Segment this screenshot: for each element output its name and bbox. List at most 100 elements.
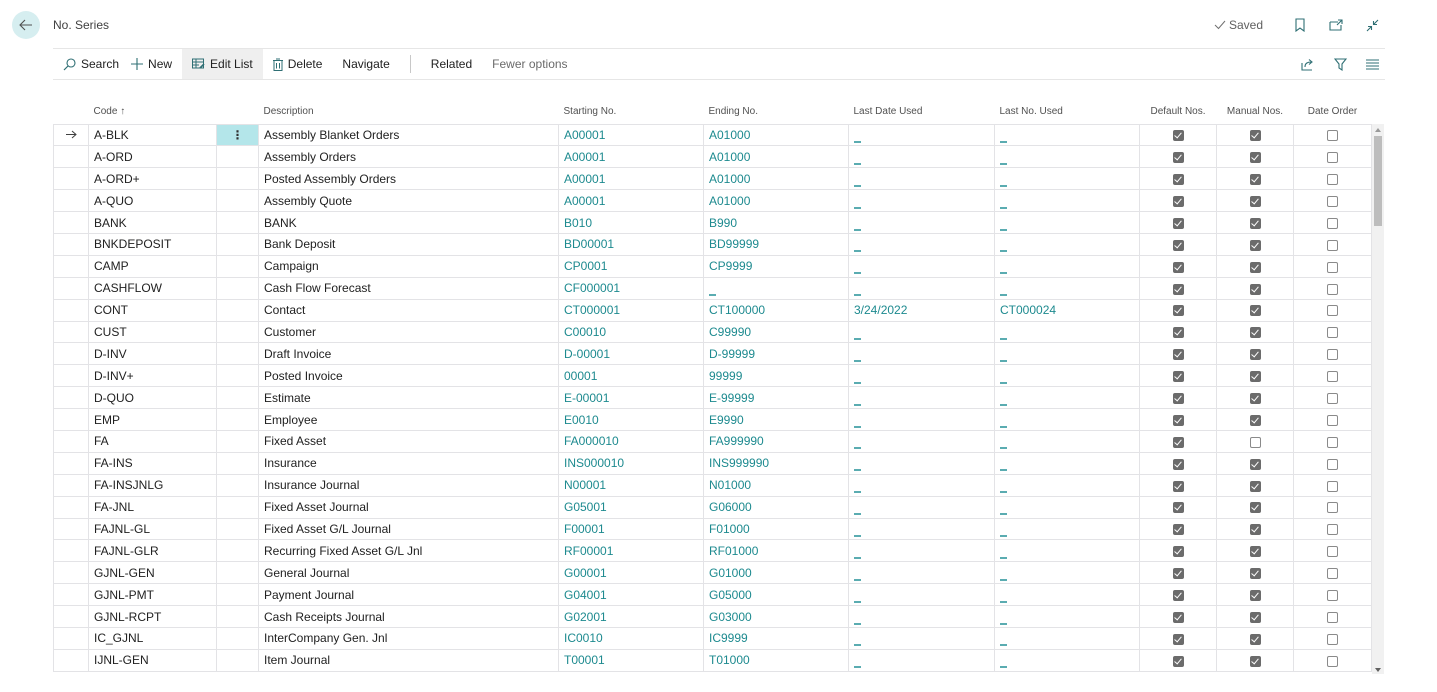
date-order-checkbox[interactable] [1327, 174, 1338, 186]
empty-value-dash[interactable] [1000, 250, 1007, 253]
cell-starting-no[interactable]: G04001 [558, 583, 704, 607]
cell-description[interactable]: Cash Flow Forecast [258, 276, 559, 300]
table-row[interactable]: GJNL-PMT Payment Journal G04001 G05000 [53, 583, 1372, 607]
default-nos-checkbox[interactable] [1172, 611, 1184, 623]
manual-nos-checkbox[interactable] [1249, 327, 1261, 339]
empty-value-dash[interactable] [709, 294, 716, 297]
search-button[interactable]: Search [53, 49, 129, 79]
cell-ending-no[interactable]: N01000 [703, 473, 849, 497]
manual-nos-checkbox[interactable] [1249, 589, 1261, 601]
empty-value-dash[interactable] [1000, 578, 1007, 581]
date-order-checkbox[interactable] [1327, 546, 1338, 558]
row-actions-menu[interactable] [216, 211, 259, 234]
cell-code[interactable]: CASHFLOW [88, 276, 217, 300]
cell-starting-no[interactable]: CT000001 [558, 298, 704, 322]
cell-code[interactable]: A-BLK [88, 123, 217, 147]
cell-last-date-used[interactable] [848, 408, 995, 431]
cell-starting-no[interactable]: G02001 [558, 605, 704, 628]
cell-last-date-used[interactable] [848, 473, 995, 497]
manual-nos-checkbox[interactable] [1249, 239, 1261, 251]
cell-code[interactable]: CONT [88, 298, 217, 322]
cell-last-date-used[interactable] [848, 429, 995, 453]
default-nos-checkbox[interactable] [1172, 655, 1184, 667]
date-order-checkbox[interactable] [1327, 261, 1338, 273]
cell-code[interactable]: EMP [88, 408, 217, 431]
manual-nos-checkbox[interactable] [1249, 502, 1261, 514]
cell-last-date-used[interactable] [848, 145, 995, 169]
navigate-button[interactable]: Navigate [332, 49, 399, 79]
cell-description[interactable]: General Journal [258, 561, 559, 585]
empty-value-dash[interactable] [1000, 600, 1007, 603]
manual-nos-checkbox[interactable] [1249, 655, 1261, 667]
row-actions-menu[interactable] [216, 495, 259, 519]
table-row[interactable]: BNKDEPOSIT Bank Deposit BD00001 BD99999 [53, 232, 1372, 256]
cell-description[interactable]: InterCompany Gen. Jnl [258, 626, 559, 650]
manual-nos-checkbox[interactable] [1249, 195, 1261, 207]
table-row[interactable]: D-INV Draft Invoice D-00001 D-99999 [53, 342, 1372, 366]
default-nos-checkbox[interactable] [1172, 414, 1184, 426]
row-actions-menu[interactable] [216, 451, 259, 475]
table-row[interactable]: IJNL-GEN Item Journal T00001 T01000 [53, 648, 1372, 672]
default-nos-checkbox[interactable] [1172, 174, 1184, 186]
empty-value-dash[interactable] [854, 337, 861, 340]
cell-last-no-used[interactable] [994, 517, 1140, 541]
cell-last-no-used[interactable] [994, 583, 1140, 607]
empty-value-dash[interactable] [854, 622, 861, 625]
empty-value-dash[interactable] [854, 162, 861, 165]
cell-code[interactable]: GJNL-PMT [88, 583, 217, 607]
table-row[interactable]: FAJNL-GL Fixed Asset G/L Journal F00001 F01… [53, 517, 1372, 541]
cell-last-no-used[interactable]: CT000024 [994, 298, 1140, 322]
cell-description[interactable]: BANK [258, 211, 559, 234]
header-description[interactable]: Description [259, 100, 559, 124]
filter-button[interactable] [1331, 55, 1349, 73]
cell-last-date-used[interactable] [848, 517, 995, 541]
cell-starting-no[interactable]: T00001 [558, 648, 704, 672]
cell-last-date-used[interactable] [848, 626, 995, 650]
cell-ending-no[interactable]: E-99999 [703, 386, 849, 410]
empty-value-dash[interactable] [854, 250, 861, 253]
cell-last-date-used[interactable] [848, 583, 995, 607]
empty-value-dash[interactable] [854, 294, 861, 297]
empty-value-dash[interactable] [1000, 622, 1007, 625]
cell-starting-no[interactable]: A00001 [558, 167, 704, 191]
default-nos-checkbox[interactable] [1172, 524, 1184, 536]
date-order-checkbox[interactable] [1327, 524, 1338, 536]
manual-nos-checkbox[interactable] [1249, 458, 1261, 470]
empty-value-dash[interactable] [854, 469, 861, 472]
manual-nos-checkbox[interactable] [1249, 217, 1261, 229]
default-nos-checkbox[interactable] [1172, 349, 1184, 361]
manual-nos-checkbox[interactable] [1249, 349, 1261, 361]
default-nos-checkbox[interactable] [1172, 436, 1184, 448]
cell-last-date-used[interactable] [848, 648, 995, 672]
empty-value-dash[interactable] [1000, 140, 1007, 143]
cell-code[interactable]: FA-JNL [88, 495, 217, 519]
cell-ending-no[interactable]: C99990 [703, 320, 849, 344]
cell-last-date-used[interactable] [848, 189, 995, 213]
row-actions-menu[interactable] [216, 429, 259, 453]
empty-value-dash[interactable] [854, 513, 861, 516]
cell-starting-no[interactable]: C00010 [558, 320, 704, 344]
cell-starting-no[interactable]: N00001 [558, 473, 704, 497]
cell-code[interactable]: GJNL-RCPT [88, 605, 217, 628]
cell-last-no-used[interactable] [994, 451, 1140, 475]
empty-value-dash[interactable] [1000, 162, 1007, 165]
empty-value-dash[interactable] [1000, 447, 1007, 450]
cell-last-no-used[interactable] [994, 211, 1140, 234]
header-ending-no[interactable]: Ending No. [704, 100, 849, 124]
cell-starting-no[interactable]: F00001 [558, 517, 704, 541]
cell-starting-no[interactable]: CP0001 [558, 254, 704, 278]
cell-ending-no[interactable]: FA999990 [703, 429, 849, 453]
share-button[interactable] [1299, 55, 1317, 73]
cell-last-date-used[interactable] [848, 364, 995, 388]
default-nos-checkbox[interactable] [1172, 502, 1184, 514]
empty-value-dash[interactable] [854, 272, 861, 275]
date-order-checkbox[interactable] [1327, 305, 1338, 317]
cell-description[interactable]: Fixed Asset G/L Journal [258, 517, 559, 541]
row-actions-menu[interactable]: ⋮ [216, 123, 259, 147]
cell-description[interactable]: Posted Invoice [258, 364, 559, 388]
cell-last-date-used[interactable] [848, 167, 995, 191]
default-nos-checkbox[interactable] [1172, 283, 1184, 295]
new-button[interactable]: New [129, 49, 182, 79]
cell-description[interactable]: Assembly Quote [258, 189, 559, 213]
empty-value-dash[interactable] [1000, 644, 1007, 647]
